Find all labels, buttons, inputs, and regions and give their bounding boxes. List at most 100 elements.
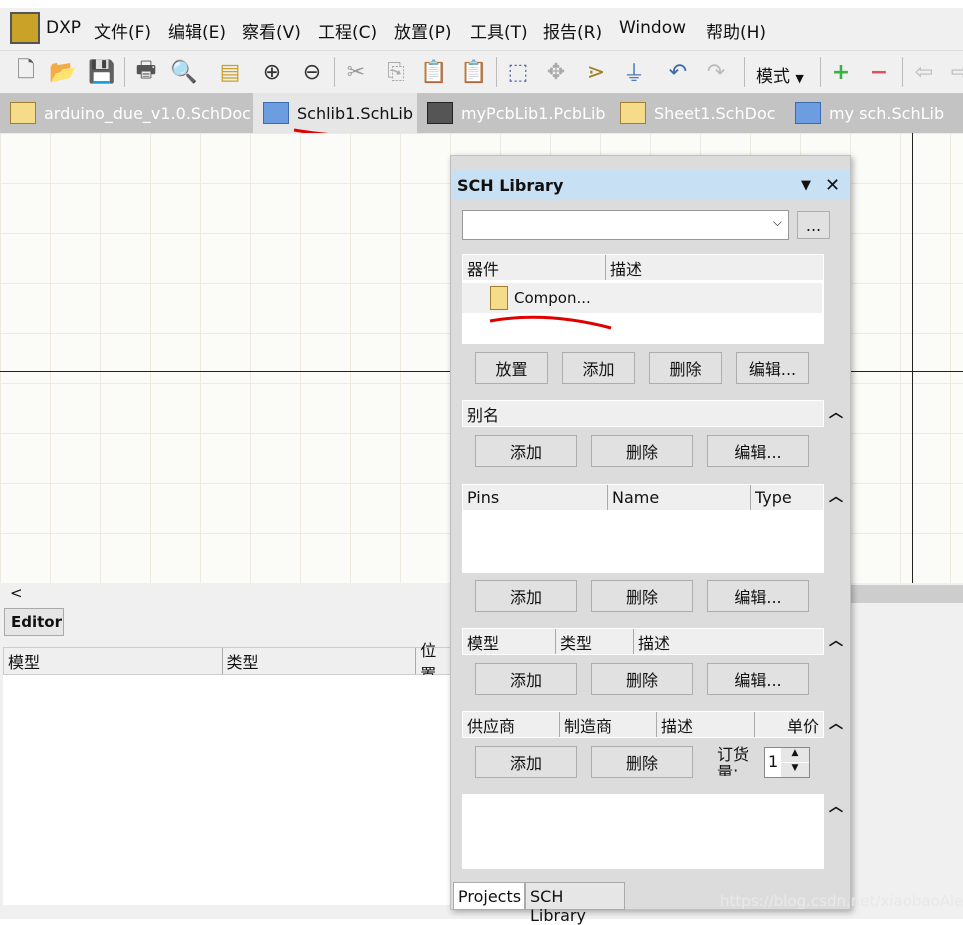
delete-alias-button[interactable]: 删除	[591, 435, 693, 467]
menu-window[interactable]: Window	[619, 18, 686, 38]
tab-projects[interactable]: Projects	[453, 882, 525, 910]
browse-button[interactable]: ...	[797, 211, 830, 239]
select-area-icon[interactable]: ⬚	[502, 56, 534, 88]
place-button[interactable]: 放置	[475, 352, 548, 384]
panel-title: SCH Library	[457, 175, 564, 195]
collapse-icon[interactable]: ︿	[829, 402, 843, 422]
open-docs-icon[interactable]: ▤	[214, 56, 246, 88]
collapse-icon[interactable]: ︿	[829, 486, 843, 506]
delete-component-button[interactable]: 删除	[649, 352, 722, 384]
collapse-icon[interactable]: ︿	[829, 630, 843, 650]
red-underline-annotation	[489, 315, 612, 330]
tab-my-sch[interactable]: my sch.SchLib	[785, 93, 945, 133]
menu-view[interactable]: 察看(V)	[242, 18, 301, 43]
collapse-icon[interactable]: ︿	[829, 713, 843, 733]
rubber-stamp-icon[interactable]: 📋	[458, 56, 490, 88]
col-description[interactable]: 描述	[657, 712, 755, 737]
col-unit-price[interactable]: 单价	[755, 712, 823, 737]
delete-model-button[interactable]: 删除	[591, 663, 693, 695]
remove-icon[interactable]: −	[863, 56, 895, 88]
scroll-left-icon[interactable]: <	[10, 584, 23, 602]
separator	[496, 57, 497, 87]
menu-tools[interactable]: 工具(T)	[470, 18, 528, 43]
zoom-out-icon[interactable]: ⊖	[296, 56, 328, 88]
col-model[interactable]: 模型	[4, 648, 223, 674]
open-icon[interactable]: 📂	[47, 56, 79, 88]
col-manufacturer[interactable]: 制造商	[560, 712, 657, 737]
menu-file[interactable]: 文件(F)	[94, 18, 151, 43]
schlib-icon	[263, 102, 289, 124]
cross-select-icon[interactable]: ⋗	[580, 56, 612, 88]
edit-pin-button[interactable]: 编辑...	[707, 580, 809, 612]
delete-supplier-button[interactable]: 删除	[591, 746, 693, 778]
component-row[interactable]: Compon...	[462, 283, 822, 313]
add-model-button[interactable]: 添加	[475, 663, 577, 695]
close-icon[interactable]: ✕	[825, 175, 840, 196]
editor-tab[interactable]: Editor	[4, 608, 64, 636]
col-description[interactable]: 描述	[606, 255, 642, 280]
print-icon[interactable]: 🖶	[130, 56, 162, 88]
copy-icon[interactable]: ⎘	[380, 56, 412, 88]
col-model[interactable]: 模型	[463, 629, 556, 654]
col-supplier[interactable]: 供应商	[463, 712, 560, 737]
aliases-header: 别名	[462, 400, 824, 427]
order-quantity-label: 订货量:	[717, 746, 750, 776]
tab-arduino-due[interactable]: arduino_due_v1.0.SchDoc	[0, 93, 253, 133]
collapse-icon[interactable]: ︿	[829, 796, 843, 816]
col-component[interactable]: 器件	[463, 255, 606, 280]
mode-dropdown[interactable]: 模式 ▼	[756, 62, 804, 87]
col-type[interactable]: 类型	[223, 648, 417, 674]
scroll-thumb[interactable]	[850, 585, 963, 603]
menu-project[interactable]: 工程(C)	[318, 18, 377, 43]
new-icon[interactable]: 🗋	[10, 56, 42, 88]
zoom-in-icon[interactable]: ⊕	[256, 56, 288, 88]
menu-reports[interactable]: 报告(R)	[543, 18, 602, 43]
separator	[820, 57, 821, 87]
delete-pin-button[interactable]: 删除	[591, 580, 693, 612]
tab-mypcblib1[interactable]: myPcbLib1.PcbLib	[417, 93, 610, 133]
menu-edit[interactable]: 编辑(E)	[168, 18, 226, 43]
menu-help[interactable]: 帮助(H)	[706, 18, 766, 43]
cut-icon[interactable]: ✂	[340, 56, 372, 88]
spin-up-icon[interactable]: ▲	[781, 748, 809, 762]
add-icon[interactable]: +	[825, 56, 857, 88]
paste-icon[interactable]: 📋	[418, 56, 450, 88]
undo-icon[interactable]: ↶	[662, 56, 694, 88]
separator	[124, 57, 125, 87]
menu-place[interactable]: 放置(P)	[394, 18, 452, 43]
redo-icon[interactable]: ↷	[700, 56, 732, 88]
preview-icon[interactable]: 🔍	[168, 56, 200, 88]
panel-title-bar[interactable]: SCH Library ▼ ✕	[451, 170, 850, 200]
menu-dxp[interactable]: DXP	[46, 18, 81, 38]
add-alias-button[interactable]: 添加	[475, 435, 577, 467]
back-icon[interactable]: ⇦	[908, 56, 940, 88]
col-description[interactable]: 描述	[634, 629, 670, 654]
panel-menu-icon[interactable]: ▼	[801, 178, 811, 193]
save-icon[interactable]: 💾	[86, 56, 118, 88]
tab-sch-library[interactable]: SCH Library	[525, 882, 625, 925]
edit-alias-button[interactable]: 编辑...	[707, 435, 809, 467]
tab-sheet1[interactable]: Sheet1.SchDoc	[610, 93, 785, 133]
move-icon[interactable]: ✥	[540, 56, 572, 88]
component-filter-combobox[interactable]: ⌵	[462, 210, 789, 240]
edit-model-button[interactable]: 编辑...	[707, 663, 809, 695]
clear-filter-icon[interactable]: ⏚	[618, 56, 650, 88]
col-name[interactable]: Name	[608, 485, 751, 510]
edit-component-button[interactable]: 编辑...	[736, 352, 809, 384]
model-table-header: 模型 类型 位置	[3, 641, 453, 684]
tab-label: Schlib1.SchLib	[297, 103, 414, 123]
separator	[902, 57, 903, 87]
col-location[interactable]: 位置	[416, 641, 452, 684]
col-alias[interactable]: 别名	[463, 401, 499, 426]
dxp-logo-icon[interactable]	[10, 12, 40, 44]
add-component-button[interactable]: 添加	[562, 352, 635, 384]
add-supplier-button[interactable]: 添加	[475, 746, 577, 778]
add-pin-button[interactable]: 添加	[475, 580, 577, 612]
col-type[interactable]: 类型	[556, 629, 634, 654]
col-pins[interactable]: Pins	[463, 485, 608, 510]
spin-down-icon[interactable]: ▼	[781, 763, 809, 777]
forward-icon[interactable]: ⇨	[944, 56, 963, 88]
col-type[interactable]: Type	[751, 485, 792, 510]
chevron-down-icon: ⌵	[772, 215, 782, 229]
order-quantity-spinner[interactable]: 1 ▲ ▼	[764, 747, 810, 778]
